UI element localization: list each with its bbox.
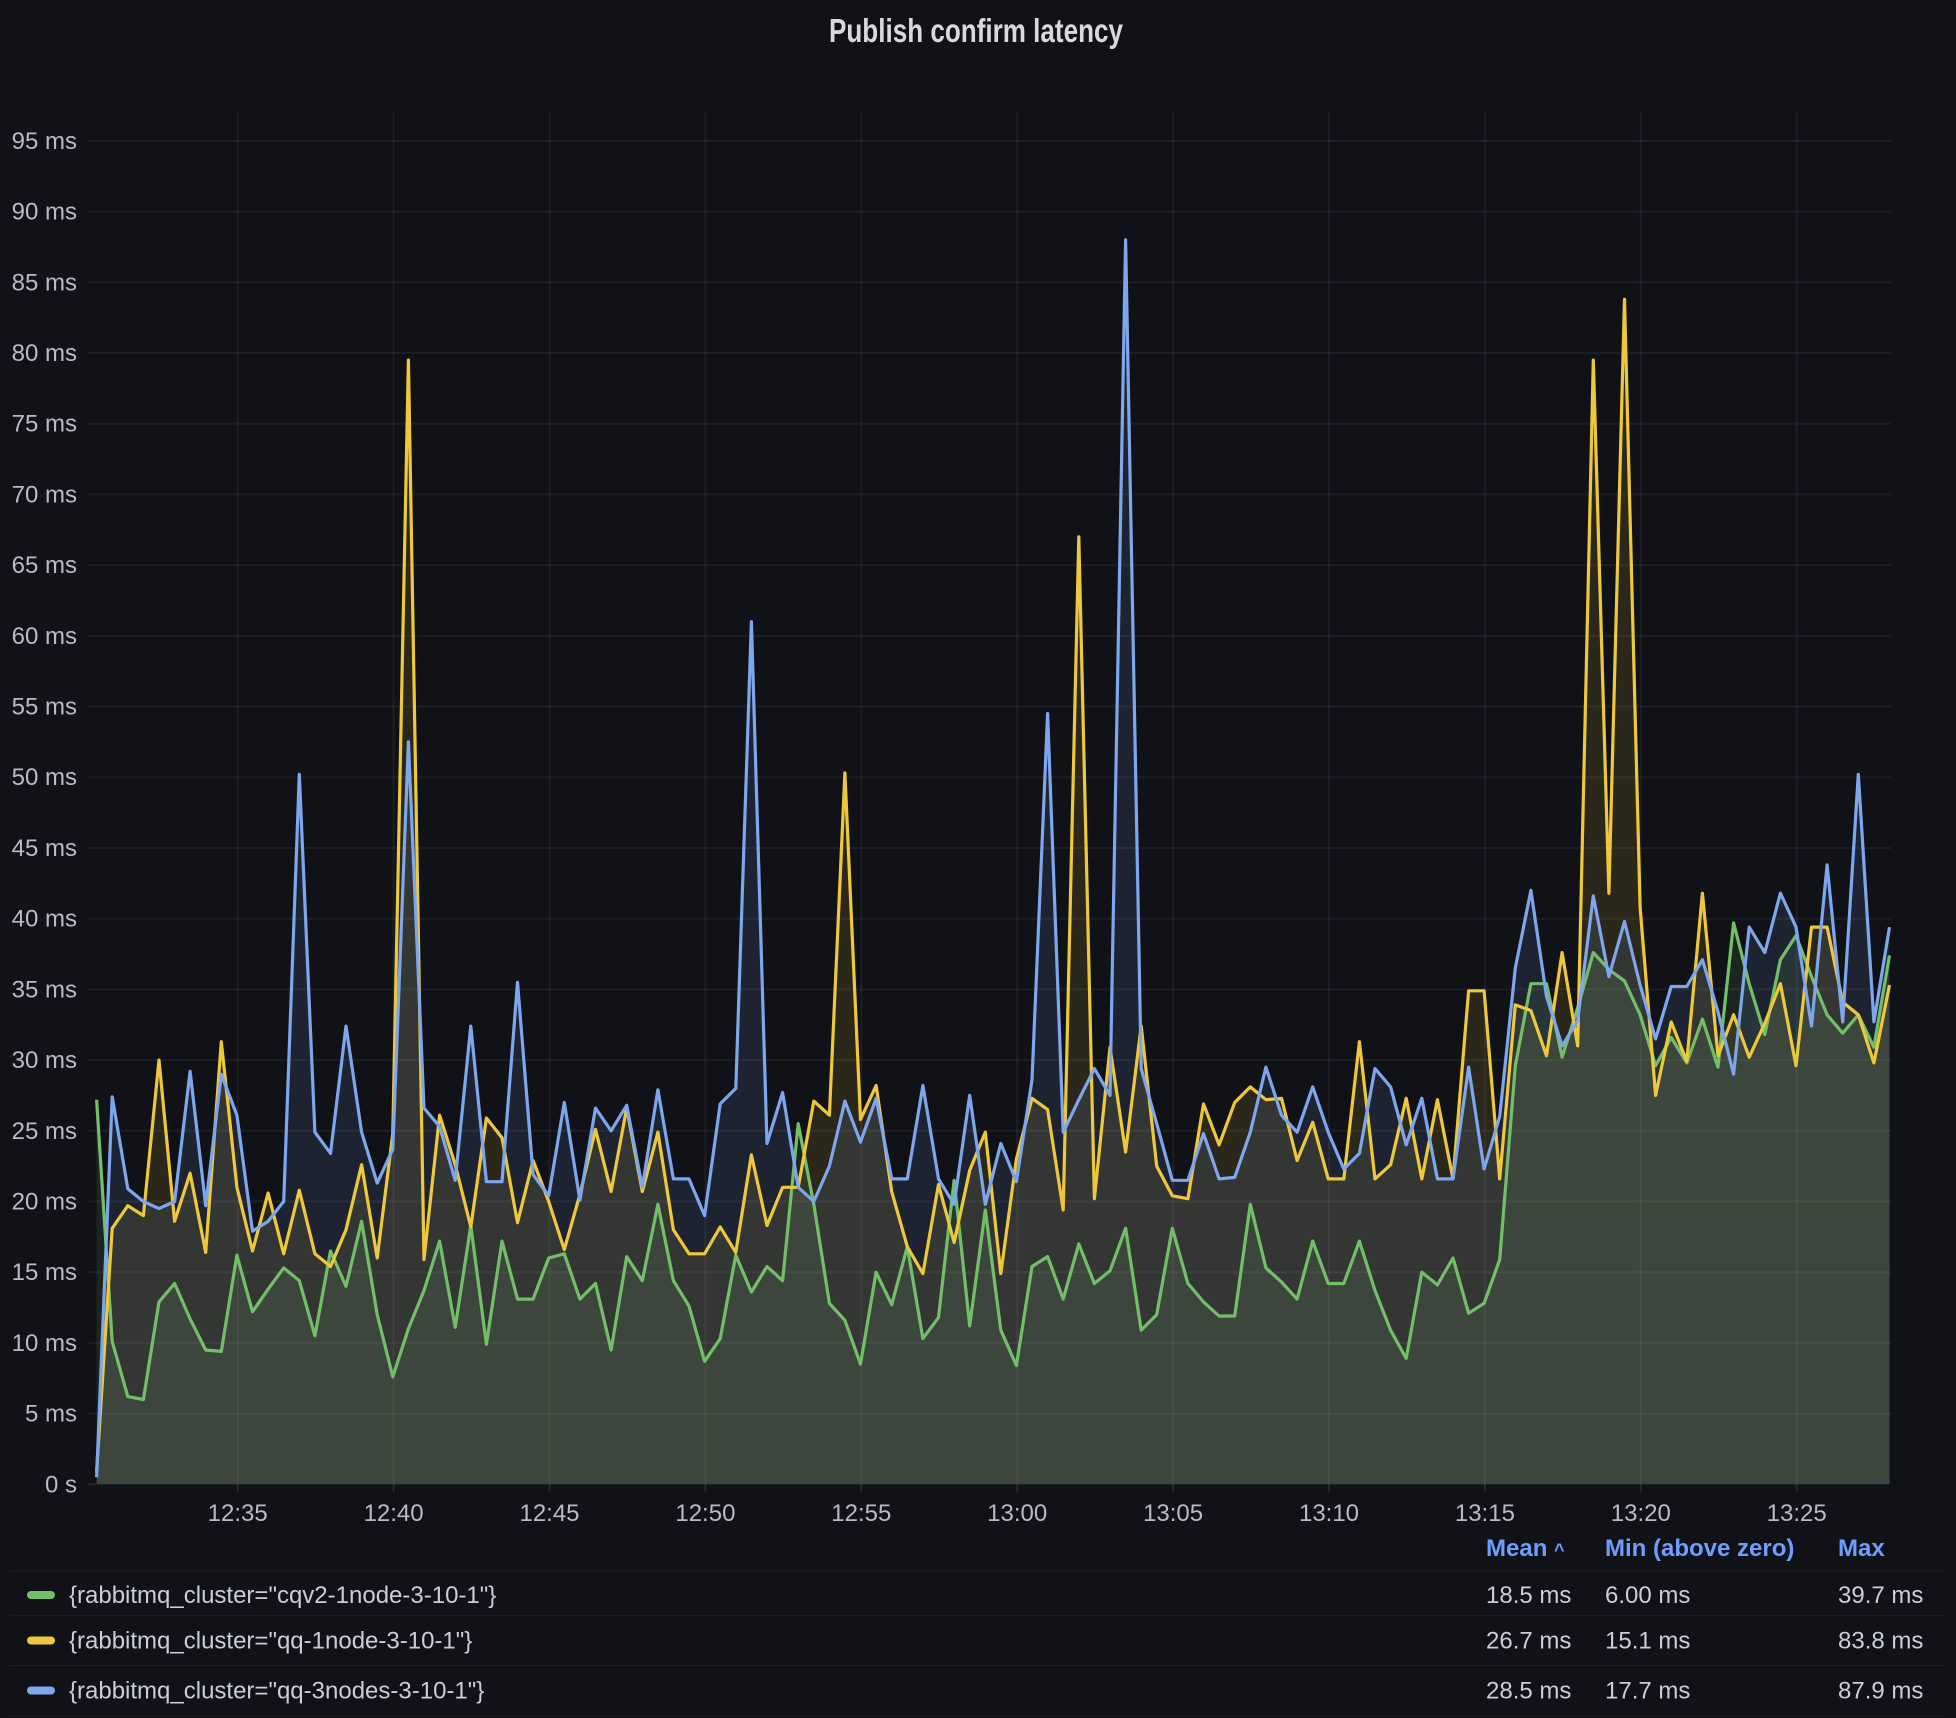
svg-text:13:10: 13:10 (1299, 1500, 1359, 1527)
svg-text:90 ms: 90 ms (12, 199, 77, 226)
svg-text:Publish confirm latency: Publish confirm latency (829, 12, 1124, 49)
svg-text:{rabbitmq_cluster="cqv2-1node-: {rabbitmq_cluster="cqv2-1node-3-10-1"} (69, 1582, 496, 1609)
svg-text:80 ms: 80 ms (12, 340, 77, 367)
svg-text:12:50: 12:50 (675, 1500, 735, 1527)
svg-text:28.5 ms: 28.5 ms (1486, 1678, 1571, 1705)
svg-text:39.7 ms: 39.7 ms (1838, 1582, 1923, 1609)
svg-text:13:25: 13:25 (1767, 1500, 1827, 1527)
svg-text:12:40: 12:40 (364, 1500, 424, 1527)
svg-text:55 ms: 55 ms (12, 694, 77, 721)
svg-text:12:45: 12:45 (519, 1500, 579, 1527)
svg-text:12:55: 12:55 (831, 1500, 891, 1527)
svg-text:95 ms: 95 ms (12, 128, 77, 155)
svg-text:85 ms: 85 ms (12, 269, 77, 296)
svg-text:83.8 ms: 83.8 ms (1838, 1628, 1923, 1655)
svg-text:13:05: 13:05 (1143, 1500, 1203, 1527)
svg-text:35 ms: 35 ms (12, 976, 77, 1003)
svg-text:26.7 ms: 26.7 ms (1486, 1628, 1571, 1655)
svg-text:Max: Max (1838, 1535, 1885, 1562)
svg-text:13:15: 13:15 (1455, 1500, 1515, 1527)
svg-text:87.9 ms: 87.9 ms (1838, 1678, 1923, 1705)
svg-text:5 ms: 5 ms (25, 1401, 77, 1428)
svg-text:25 ms: 25 ms (12, 1118, 77, 1145)
svg-text:Mean ^: Mean ^ (1486, 1535, 1565, 1562)
svg-text:60 ms: 60 ms (12, 623, 77, 650)
svg-text:40 ms: 40 ms (12, 906, 77, 933)
svg-text:70 ms: 70 ms (12, 481, 77, 508)
svg-text:15.1 ms: 15.1 ms (1605, 1628, 1690, 1655)
svg-text:{rabbitmq_cluster="qq-3nodes-3: {rabbitmq_cluster="qq-3nodes-3-10-1"} (69, 1678, 484, 1705)
svg-text:45 ms: 45 ms (12, 835, 77, 862)
svg-text:30 ms: 30 ms (12, 1047, 77, 1074)
svg-text:{rabbitmq_cluster="qq-1node-3-: {rabbitmq_cluster="qq-1node-3-10-1"} (69, 1628, 472, 1655)
svg-text:15 ms: 15 ms (12, 1259, 77, 1286)
svg-text:6.00 ms: 6.00 ms (1605, 1582, 1690, 1609)
svg-text:13:20: 13:20 (1611, 1500, 1671, 1527)
svg-text:13:00: 13:00 (987, 1500, 1047, 1527)
svg-text:20 ms: 20 ms (12, 1189, 77, 1216)
svg-text:50 ms: 50 ms (12, 764, 77, 791)
svg-text:75 ms: 75 ms (12, 411, 77, 438)
svg-text:0 s: 0 s (45, 1471, 77, 1498)
svg-text:65 ms: 65 ms (12, 552, 77, 579)
svg-text:Min (above zero): Min (above zero) (1605, 1535, 1794, 1562)
svg-text:10 ms: 10 ms (12, 1330, 77, 1357)
svg-text:12:35: 12:35 (208, 1500, 268, 1527)
svg-text:17.7 ms: 17.7 ms (1605, 1678, 1690, 1705)
svg-text:18.5 ms: 18.5 ms (1486, 1582, 1571, 1609)
